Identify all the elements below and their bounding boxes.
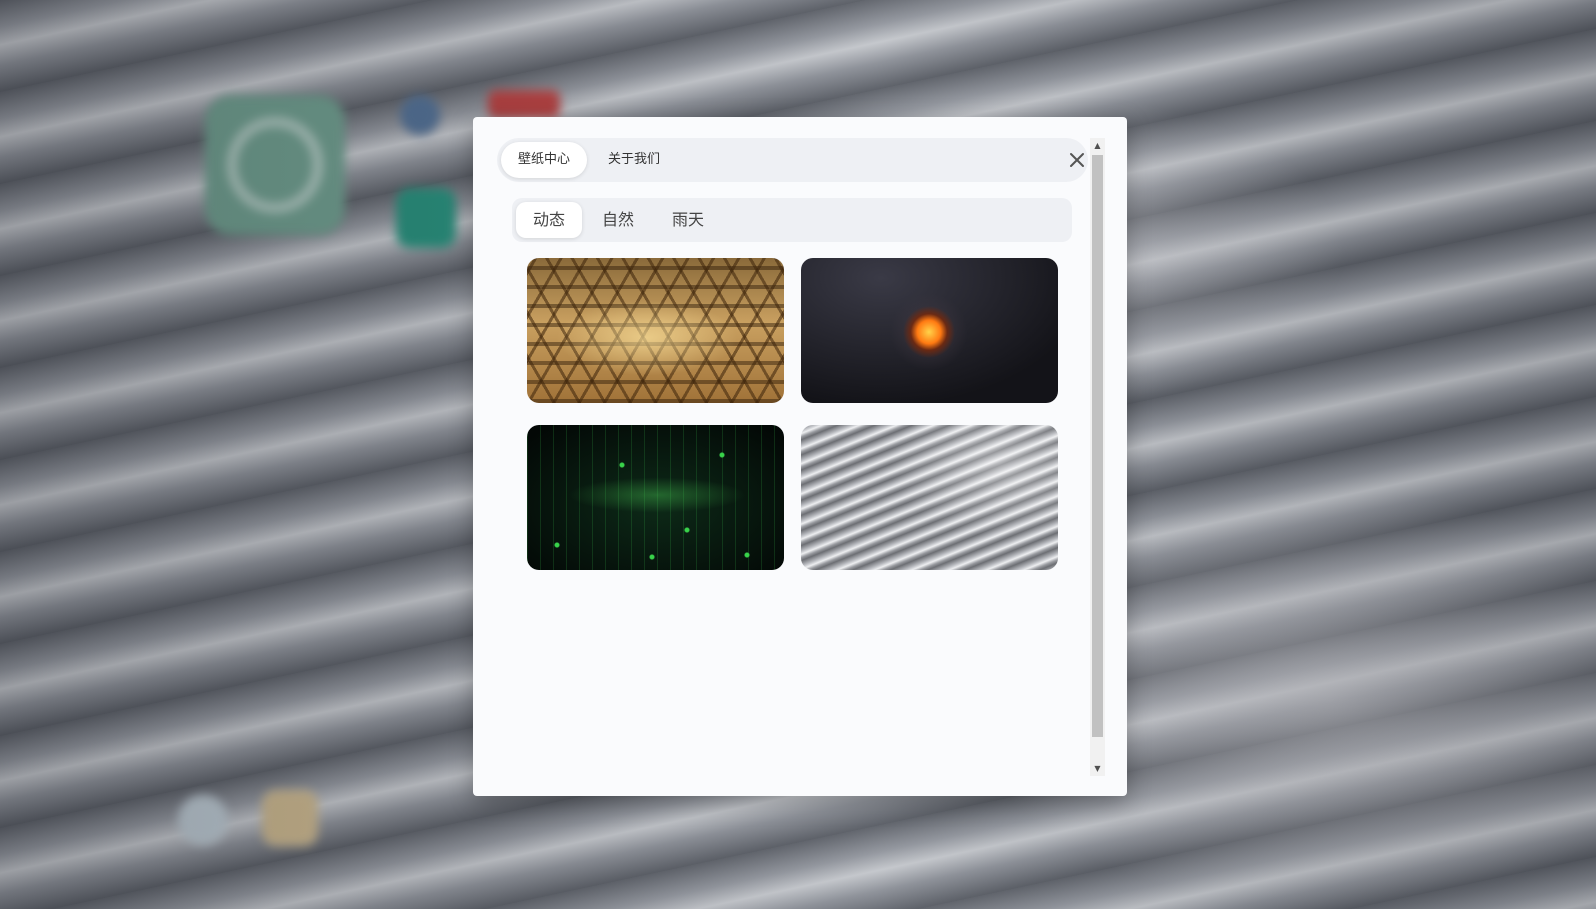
- arrow-down-icon: ▼: [1094, 764, 1101, 773]
- wallpaper-thumbnail[interactable]: [801, 425, 1058, 570]
- scrollbar-thumb[interactable]: [1092, 155, 1103, 737]
- close-icon: [1070, 153, 1084, 167]
- category-tab-bar: 动态 自然 雨天: [512, 198, 1072, 242]
- scroll-down-button[interactable]: ▼: [1090, 761, 1105, 776]
- category-tab-nature[interactable]: 自然: [588, 202, 648, 238]
- desktop-app-icon[interactable]: [396, 188, 456, 248]
- close-button[interactable]: [1068, 151, 1086, 169]
- top-tab-bar: 壁纸中心 关于我们: [497, 138, 1088, 182]
- desktop-app-icon[interactable]: [205, 95, 345, 235]
- desktop-app-icon[interactable]: [262, 790, 318, 846]
- tab-about-us[interactable]: 关于我们: [597, 142, 671, 178]
- desktop-app-icon[interactable]: [400, 95, 440, 135]
- tab-wallpaper-center[interactable]: 壁纸中心: [501, 142, 587, 178]
- vertical-scrollbar[interactable]: ▲ ▼: [1090, 138, 1105, 776]
- category-tab-dynamic[interactable]: 动态: [516, 202, 582, 238]
- wallpaper-thumbnail[interactable]: [527, 425, 784, 570]
- wallpaper-thumbnail[interactable]: [801, 258, 1058, 403]
- scroll-up-button[interactable]: ▲: [1090, 138, 1105, 153]
- category-tab-rainy[interactable]: 雨天: [658, 202, 718, 238]
- wallpaper-thumbnail[interactable]: [527, 258, 784, 403]
- desktop-app-icon[interactable]: [488, 90, 560, 118]
- arrow-up-icon: ▲: [1094, 141, 1101, 150]
- desktop-app-icon[interactable]: [178, 795, 228, 845]
- wallpaper-dialog: 壁纸中心 关于我们 动态 自然 雨天 ▲ ▼: [473, 117, 1127, 796]
